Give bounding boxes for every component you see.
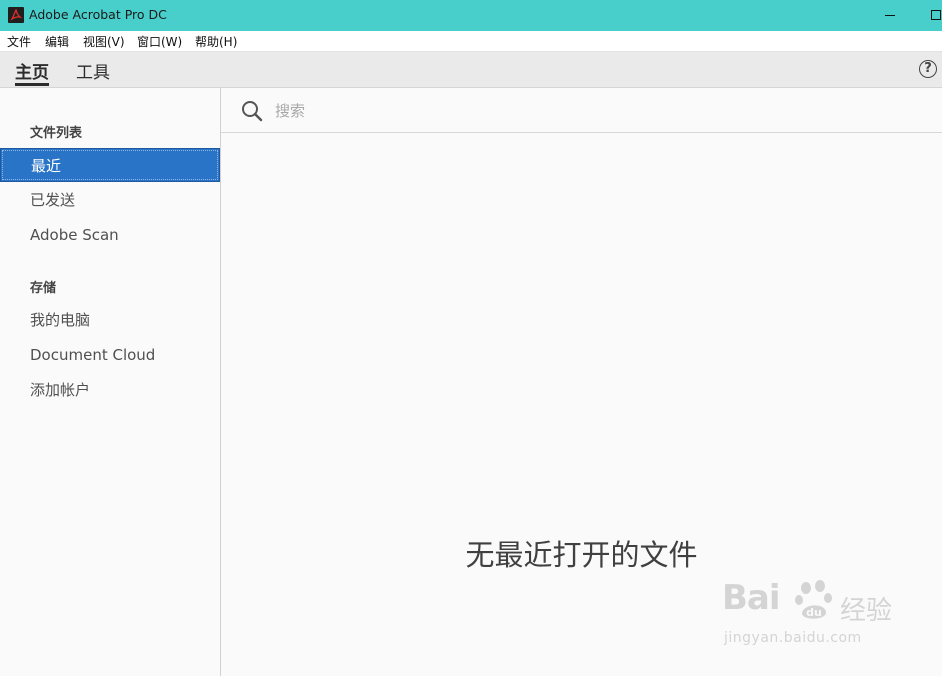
sidebar-item-sent[interactable]: 已发送 [0,183,220,217]
title-bar: Adobe Acrobat Pro DC [0,0,942,31]
search-input[interactable] [275,100,675,122]
section-file-list: 文件列表 [30,126,83,141]
watermark-brand: Bai [722,578,781,618]
sidebar-item-add-account[interactable]: 添加帐户 [0,373,220,407]
acrobat-logo-icon [8,7,24,23]
tab-home[interactable]: 主页 [15,58,49,86]
sidebar-item-document-cloud[interactable]: Document Cloud [0,338,220,372]
menu-bar: 文件 编辑 视图(V) 窗口(W) 帮助(H) [0,31,942,52]
sidebar: 文件列表 最近 已发送 Adobe Scan 存储 我的电脑 Document … [0,88,221,676]
svg-text:du: du [806,606,822,619]
watermark-url: jingyan.baidu.com [724,630,862,646]
baidu-watermark: Bai du 经验 jingyan.baidu.com [722,578,892,658]
watermark-suffix: 经验 [840,596,893,626]
maximize-icon[interactable] [929,8,942,22]
sidebar-item-my-computer[interactable]: 我的电脑 [0,303,220,337]
menu-window[interactable]: 窗口(W) [137,33,182,50]
menu-edit[interactable]: 编辑 [45,33,69,50]
menu-view[interactable]: 视图(V) [83,33,125,50]
menu-file[interactable]: 文件 [7,33,31,50]
sidebar-item-recent[interactable]: 最近 [0,148,220,182]
search-bar [221,88,942,133]
search-icon[interactable] [241,100,263,122]
paw-icon: du [795,580,832,619]
tab-bar: 主页 工具 [0,52,942,88]
empty-state-message: 无最近打开的文件 [465,538,698,572]
section-storage: 存储 [30,281,57,296]
minimize-icon[interactable] [883,8,897,22]
help-icon[interactable]: ? [919,60,937,78]
window-title: Adobe Acrobat Pro DC [29,7,167,22]
sidebar-item-adobe-scan[interactable]: Adobe Scan [0,218,220,252]
tab-tools[interactable]: 工具 [76,58,110,84]
menu-help[interactable]: 帮助(H) [195,33,237,50]
